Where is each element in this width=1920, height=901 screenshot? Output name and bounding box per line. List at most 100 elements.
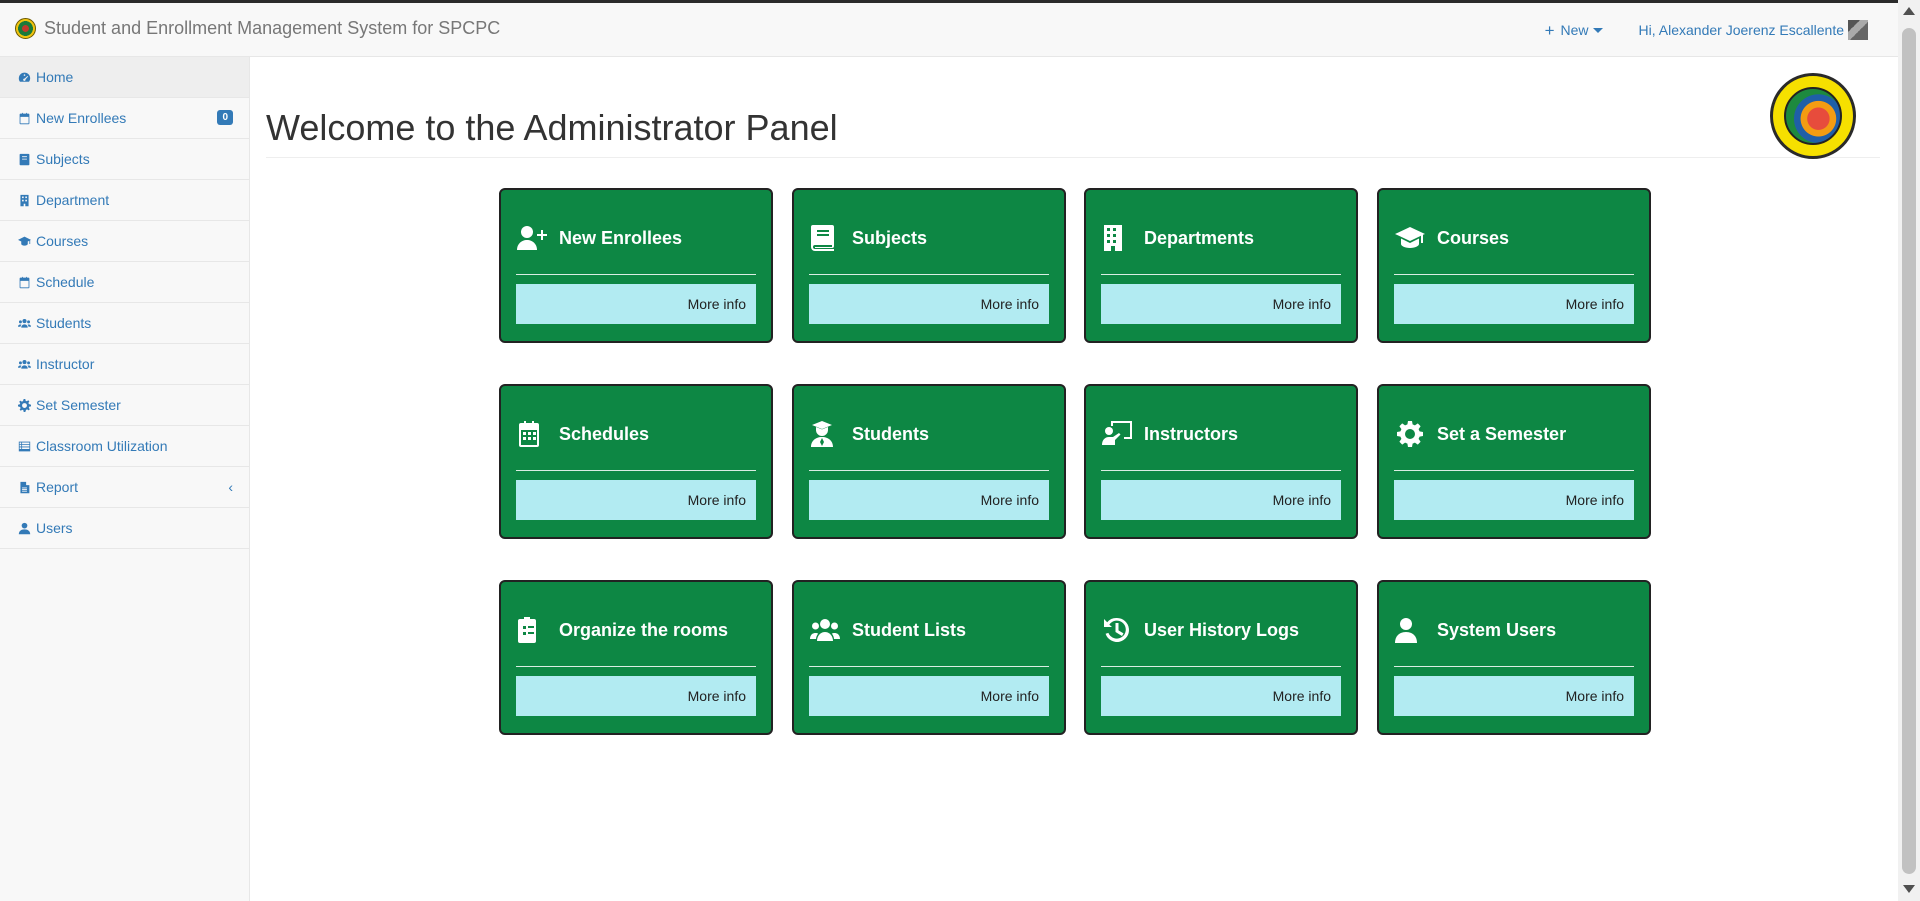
sidebar-item-label: Subjects (36, 151, 90, 167)
card-set-a-semester: Set a Semester More info (1377, 384, 1651, 539)
card-title: Students (852, 423, 930, 444)
sidebar-item-label: Instructor (36, 356, 95, 372)
card-subjects: Subjects More info (792, 188, 1066, 343)
sidebar-item-instructor[interactable]: Instructor (0, 344, 249, 385)
more-info-link[interactable]: More info (1394, 284, 1634, 324)
card-header: Subjects (810, 224, 1050, 252)
avatar (1848, 20, 1868, 40)
card-title: Departments (1144, 227, 1255, 248)
card-title: Student Lists (852, 619, 967, 640)
card-divider (809, 470, 1049, 471)
gear-icon (16, 398, 32, 412)
more-info-link[interactable]: More info (516, 480, 756, 520)
brand[interactable]: Student and Enrollment Management System… (15, 18, 500, 39)
card-header: Student Lists (810, 616, 1050, 644)
card-divider (1101, 666, 1341, 667)
card-header: Students (810, 420, 1050, 448)
sidebar-item-schedule[interactable]: Schedule (0, 262, 249, 303)
sidebar-item-users[interactable]: Users (0, 508, 249, 549)
caret-down-icon (1592, 27, 1603, 33)
scroll-down-arrow-icon[interactable] (1903, 885, 1915, 893)
card-header: Courses (1395, 224, 1635, 252)
more-info-link[interactable]: More info (1394, 480, 1634, 520)
navbar-right: + New Hi, Alexander Joerenz Escallente (1545, 20, 1868, 40)
sidebar-item-label: Classroom Utilization (36, 438, 168, 454)
card-divider (1394, 470, 1634, 471)
book-icon (810, 224, 844, 252)
more-info-link[interactable]: More info (1394, 676, 1634, 716)
calendar-icon (16, 275, 32, 289)
card-title: New Enrollees (559, 227, 683, 248)
sidebar-item-label: Students (36, 315, 92, 331)
card-header: Schedules (517, 420, 757, 448)
more-info-link[interactable]: More info (1101, 676, 1341, 716)
more-info-link[interactable]: More info (1101, 284, 1341, 324)
card-header: Instructors (1102, 420, 1342, 448)
scroll-up-arrow-icon[interactable] (1903, 7, 1915, 15)
sidebar-item-set-semester[interactable]: Set Semester (0, 385, 249, 426)
card-title: Set a Semester (1437, 423, 1567, 444)
card-header: Departments (1102, 224, 1342, 252)
more-info-link[interactable]: More info (809, 676, 1049, 716)
new-label: New (1560, 22, 1589, 38)
sidebar-item-courses[interactable]: Courses (0, 221, 249, 262)
card-courses: Courses More info (1377, 188, 1651, 343)
sidebar-item-home[interactable]: Home (0, 57, 249, 98)
more-info-link[interactable]: More info (516, 284, 756, 324)
sidebar-item-label: Schedule (36, 274, 95, 290)
card-title: Subjects (852, 227, 928, 248)
chalkboard-teacher-icon (1102, 420, 1136, 448)
gear-icon (1395, 420, 1429, 448)
more-info-link[interactable]: More info (1101, 480, 1341, 520)
card-new-enrollees: New Enrollees More info (499, 188, 773, 343)
sidebar-item-department[interactable]: Department (0, 180, 249, 221)
card-student-lists: Student Lists More info (792, 580, 1066, 735)
book-icon (16, 152, 32, 166)
sidebar-item-label: Users (36, 520, 73, 536)
card-header: User History Logs (1102, 616, 1342, 644)
college-seal-logo (1770, 73, 1856, 159)
sidebar-item-label: Home (36, 69, 74, 85)
user-icon (1395, 616, 1429, 644)
card-title: Schedules (559, 423, 650, 444)
sidebar-item-subjects[interactable]: Subjects (0, 139, 249, 180)
dashboard-grid: New Enrollees More info Subjects More in… (499, 188, 1651, 738)
card-divider (516, 274, 756, 275)
sidebar-item-classroom-utilization[interactable]: Classroom Utilization (0, 426, 249, 467)
graduation-cap-icon (1395, 224, 1429, 252)
sidebar-item-new-enrollees[interactable]: New Enrollees 0 (0, 98, 249, 139)
chevron-left-icon[interactable]: ‹ (228, 479, 233, 495)
sidebar-item-label: Report (36, 479, 79, 495)
user-menu[interactable]: Hi, Alexander Joerenz Escallente (1639, 20, 1868, 40)
card-header: System Users (1395, 616, 1635, 644)
navbar: Student and Enrollment Management System… (0, 3, 1898, 57)
calendar-icon (16, 111, 32, 125)
scroll-thumb[interactable] (1902, 28, 1916, 874)
title-divider (266, 157, 1880, 158)
card-divider (809, 666, 1049, 667)
card-title: Instructors (1144, 423, 1239, 444)
card-header: Set a Semester (1395, 420, 1635, 448)
card-divider (1394, 274, 1634, 275)
users-icon (16, 357, 32, 371)
card-students: Students More info (792, 384, 1066, 539)
vertical-scrollbar[interactable] (1898, 0, 1920, 901)
new-dropdown[interactable]: + New (1545, 22, 1603, 39)
student-icon (810, 420, 844, 448)
more-info-link[interactable]: More info (516, 676, 756, 716)
users-icon (16, 316, 32, 330)
card-title: User History Logs (1144, 619, 1300, 640)
card-title: Courses (1437, 227, 1510, 248)
user-plus-icon (517, 224, 551, 252)
sidebar-item-report[interactable]: Report ‹ (0, 467, 249, 508)
card-schedules: Schedules More info (499, 384, 773, 539)
seal-emblem (1784, 87, 1842, 145)
card-organize-the-rooms: Organize the rooms More info (499, 580, 773, 735)
sidebar-item-label: Set Semester (36, 397, 121, 413)
sidebar-item-label: Courses (36, 233, 89, 249)
more-info-link[interactable]: More info (809, 284, 1049, 324)
more-info-link[interactable]: More info (809, 480, 1049, 520)
clipboard-list-icon (517, 616, 551, 644)
sidebar-item-students[interactable]: Students (0, 303, 249, 344)
sidebar-item-label: Department (36, 192, 110, 208)
